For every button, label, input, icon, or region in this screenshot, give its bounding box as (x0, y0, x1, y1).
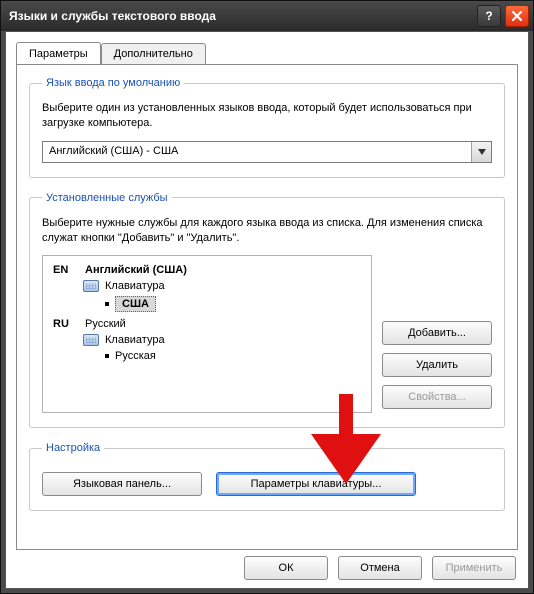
keyboard-icon (83, 334, 99, 346)
language-panel-button[interactable]: Языковая панель... (42, 472, 202, 496)
bullet-icon (105, 354, 109, 358)
group-settings: Настройка Языковая панель... Параметры к… (29, 442, 505, 511)
titlebar: Языки и службы текстового ввода ? (1, 1, 533, 31)
service-buttons: Добавить... Удалить Свойства... (382, 321, 492, 413)
keyboard-icon (83, 280, 99, 292)
group-default-text: Выберите один из установленных языков вв… (42, 101, 492, 131)
remove-button[interactable]: Удалить (382, 353, 492, 377)
language-block-en: EN Английский (США) Клавиатура США (53, 264, 361, 312)
language-block-ru: RU Русский Клавиатура Русская (53, 318, 361, 362)
dialog-buttons: ОК Отмена Применить (244, 556, 516, 580)
properties-button: Свойства... (382, 385, 492, 409)
window-title: Языки и службы текстового ввода (9, 9, 216, 23)
group-settings-legend: Настройка (42, 442, 104, 454)
lang-name-en: Английский (США) (85, 264, 187, 276)
titlebar-controls: ? (477, 5, 529, 27)
lang-name-ru: Русский (85, 318, 126, 330)
add-button[interactable]: Добавить... (382, 321, 492, 345)
layout-item-ru[interactable]: Русская (105, 350, 361, 362)
apply-button: Применить (432, 556, 516, 580)
lang-sub-ru: Клавиатура (105, 334, 165, 346)
group-installed-text: Выберите нужные службы для каждого языка… (42, 216, 492, 246)
bullet-icon (105, 302, 109, 306)
help-button[interactable]: ? (477, 5, 501, 27)
group-installed-services: Установленные службы Выберите нужные слу… (29, 192, 505, 429)
combobox-dropdown-button[interactable] (471, 142, 491, 162)
lang-code-en: EN (53, 264, 77, 276)
group-default-language: Язык ввода по умолчанию Выберите один из… (29, 77, 505, 178)
layout-label-en-us: США (115, 296, 156, 312)
close-button[interactable] (505, 5, 529, 27)
client-area: Параметры Дополнительно Язык ввода по ум… (5, 31, 529, 589)
ok-button[interactable]: ОК (244, 556, 328, 580)
group-default-legend: Язык ввода по умолчанию (42, 77, 184, 89)
default-language-value: Английский (США) - США (43, 142, 471, 162)
layout-item-en-us[interactable]: США (105, 296, 361, 312)
group-installed-legend: Установленные службы (42, 192, 172, 204)
default-language-combobox[interactable]: Английский (США) - США (42, 141, 492, 163)
cancel-button[interactable]: Отмена (338, 556, 422, 580)
tab-parameters[interactable]: Параметры (16, 42, 101, 64)
installed-services-tree[interactable]: EN Английский (США) Клавиатура США (42, 255, 372, 413)
keyboard-parameters-button[interactable]: Параметры клавиатуры... (216, 472, 416, 496)
lang-sub-en: Клавиатура (105, 280, 165, 292)
dialog-window: Языки и службы текстового ввода ? Параме… (0, 0, 534, 594)
lang-code-ru: RU (53, 318, 77, 330)
tabstrip: Параметры Дополнительно (16, 42, 518, 64)
tab-advanced[interactable]: Дополнительно (101, 43, 206, 65)
layout-label-ru: Русская (115, 350, 156, 362)
tab-panel: Язык ввода по умолчанию Выберите один из… (16, 64, 518, 550)
